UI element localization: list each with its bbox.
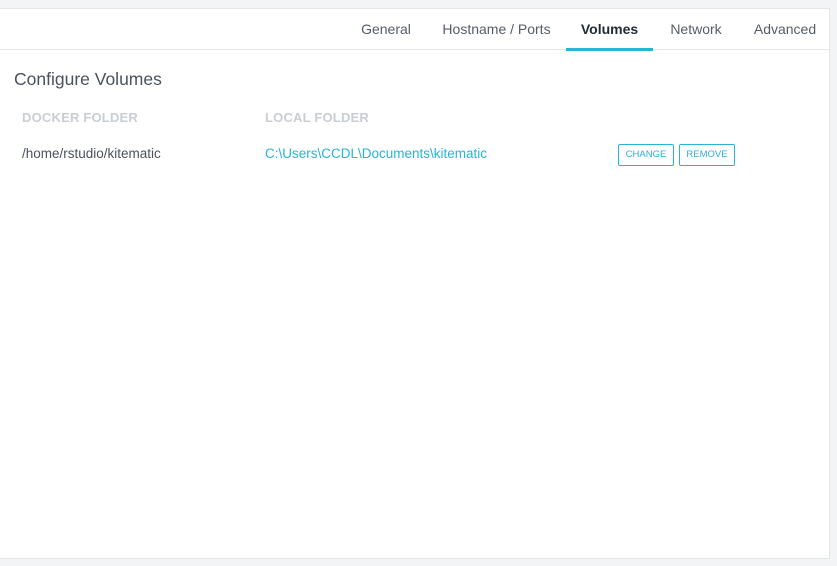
settings-tab-bar: General Hostname / Ports Volumes Network…	[0, 9, 829, 51]
docker-folder-column-header: DOCKER FOLDER	[22, 110, 138, 125]
local-folder-link[interactable]: C:\Users\CCDL\Documents\kitematic	[265, 146, 487, 161]
tab-network[interactable]: Network	[660, 9, 732, 50]
local-folder-column-header: LOCAL FOLDER	[265, 110, 369, 125]
tab-advanced[interactable]: Advanced	[746, 9, 824, 50]
change-button[interactable]: CHANGE	[618, 144, 674, 166]
remove-button[interactable]: REMOVE	[679, 144, 735, 166]
container-settings-panel: General Hostname / Ports Volumes Network…	[0, 8, 830, 559]
docker-folder-path: /home/rstudio/kitematic	[22, 146, 161, 161]
tab-general[interactable]: General	[352, 9, 420, 50]
tab-hostname-ports[interactable]: Hostname / Ports	[433, 9, 560, 50]
page-title: Configure Volumes	[14, 69, 162, 89]
tab-volumes[interactable]: Volumes	[566, 9, 653, 51]
